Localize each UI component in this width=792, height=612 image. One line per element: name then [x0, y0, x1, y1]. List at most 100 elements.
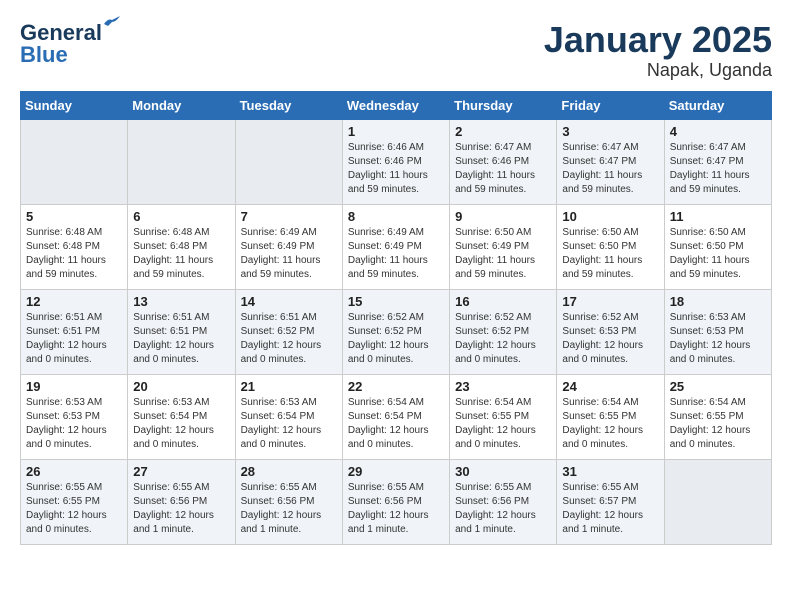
day-number: 30	[455, 464, 551, 479]
day-info: Sunrise: 6:49 AM Sunset: 6:49 PM Dayligh…	[348, 226, 444, 282]
day-info: Sunrise: 6:50 AM Sunset: 6:50 PM Dayligh…	[670, 226, 766, 282]
day-number: 20	[133, 379, 229, 394]
calendar-cell: 26Sunrise: 6:55 AM Sunset: 6:55 PM Dayli…	[21, 459, 128, 544]
day-info: Sunrise: 6:47 AM Sunset: 6:46 PM Dayligh…	[455, 141, 551, 197]
day-number: 31	[562, 464, 658, 479]
day-info: Sunrise: 6:54 AM Sunset: 6:55 PM Dayligh…	[455, 396, 551, 452]
calendar-cell: 30 Sunrise: 6:55 AM Sunset: 6:56 PM Dayli…	[450, 459, 557, 544]
weekday-header-thursday: Thursday	[450, 91, 557, 119]
calendar-cell: 8 Sunrise: 6:49 AM Sunset: 6:49 PM Daylig…	[342, 204, 449, 289]
calendar-cell: 22Sunrise: 6:54 AM Sunset: 6:54 PM Dayli…	[342, 374, 449, 459]
calendar-cell: 2 Sunrise: 6:47 AM Sunset: 6:46 PM Daylig…	[450, 119, 557, 204]
day-number: 5	[26, 209, 122, 224]
weekday-header-monday: Monday	[128, 91, 235, 119]
day-info: Sunrise: 6:52 AM Sunset: 6:52 PM Dayligh…	[348, 311, 444, 367]
day-info: Sunrise: 6:46 AM Sunset: 6:46 PM Dayligh…	[348, 141, 444, 197]
day-number: 12	[26, 294, 122, 309]
day-number: 13	[133, 294, 229, 309]
week-row-3: 12 Sunrise: 6:51 AM Sunset: 6:51 PM Dayli…	[21, 289, 772, 374]
day-number: 10	[562, 209, 658, 224]
calendar-cell: 14 Sunrise: 6:51 AM Sunset: 6:52 PM Dayli…	[235, 289, 342, 374]
calendar-cell: 18 Sunrise: 6:53 AM Sunset: 6:53 PM Dayli…	[664, 289, 771, 374]
day-info: Sunrise: 6:48 AM Sunset: 6:48 PM Dayligh…	[26, 226, 122, 282]
day-number: 24	[562, 379, 658, 394]
day-info: Sunrise: 6:54 AM Sunset: 6:55 PM Dayligh…	[670, 396, 766, 452]
day-info: Sunrise: 6:53 AM Sunset: 6:53 PM Dayligh…	[670, 311, 766, 367]
calendar-cell	[235, 119, 342, 204]
day-number: 1	[348, 124, 444, 139]
day-number: 6	[133, 209, 229, 224]
calendar-table: SundayMondayTuesdayWednesdayThursdayFrid…	[20, 91, 772, 545]
calendar-cell: 24 Sunrise: 6:54 AM Sunset: 6:55 PM Dayli…	[557, 374, 664, 459]
day-number: 28	[241, 464, 337, 479]
calendar-cell: 15 Sunrise: 6:52 AM Sunset: 6:52 PM Dayli…	[342, 289, 449, 374]
day-number: 17	[562, 294, 658, 309]
day-number: 22	[348, 379, 444, 394]
calendar-cell: 17 Sunrise: 6:52 AM Sunset: 6:53 PM Dayli…	[557, 289, 664, 374]
calendar-cell: 9 Sunrise: 6:50 AM Sunset: 6:49 PM Daylig…	[450, 204, 557, 289]
day-info: Sunrise: 6:51 AM Sunset: 6:51 PM Dayligh…	[133, 311, 229, 367]
day-info: Sunrise: 6:48 AM Sunset: 6:48 PM Dayligh…	[133, 226, 229, 282]
day-info: Sunrise: 6:49 AM Sunset: 6:49 PM Dayligh…	[241, 226, 337, 282]
calendar-title-block: January 2025 Napak, Uganda	[544, 20, 772, 81]
day-number: 27	[133, 464, 229, 479]
calendar-cell: 28Sunrise: 6:55 AM Sunset: 6:56 PM Dayli…	[235, 459, 342, 544]
week-row-2: 5 Sunrise: 6:48 AM Sunset: 6:48 PM Daylig…	[21, 204, 772, 289]
calendar-cell: 3Sunrise: 6:47 AM Sunset: 6:47 PM Daylig…	[557, 119, 664, 204]
day-number: 3	[562, 124, 658, 139]
weekday-header-tuesday: Tuesday	[235, 91, 342, 119]
logo-general: General	[20, 20, 102, 45]
day-info: Sunrise: 6:51 AM Sunset: 6:51 PM Dayligh…	[26, 311, 122, 367]
day-info: Sunrise: 6:55 AM Sunset: 6:55 PM Dayligh…	[26, 481, 122, 537]
calendar-cell: 1 Sunrise: 6:46 AM Sunset: 6:46 PM Daylig…	[342, 119, 449, 204]
weekday-header-row: SundayMondayTuesdayWednesdayThursdayFrid…	[21, 91, 772, 119]
day-info: Sunrise: 6:52 AM Sunset: 6:52 PM Dayligh…	[455, 311, 551, 367]
calendar-header: SundayMondayTuesdayWednesdayThursdayFrid…	[21, 91, 772, 119]
day-number: 21	[241, 379, 337, 394]
calendar-cell: 27 Sunrise: 6:55 AM Sunset: 6:56 PM Dayli…	[128, 459, 235, 544]
calendar-subtitle: Napak, Uganda	[544, 60, 772, 81]
day-number: 2	[455, 124, 551, 139]
day-info: Sunrise: 6:55 AM Sunset: 6:56 PM Dayligh…	[455, 481, 551, 537]
calendar-cell: 20 Sunrise: 6:53 AM Sunset: 6:54 PM Dayli…	[128, 374, 235, 459]
day-number: 11	[670, 209, 766, 224]
calendar-cell: 21 Sunrise: 6:53 AM Sunset: 6:54 PM Dayli…	[235, 374, 342, 459]
logo: General Blue	[20, 20, 102, 68]
calendar-cell: 6 Sunrise: 6:48 AM Sunset: 6:48 PM Daylig…	[128, 204, 235, 289]
calendar-cell: 11 Sunrise: 6:50 AM Sunset: 6:50 PM Dayli…	[664, 204, 771, 289]
day-info: Sunrise: 6:51 AM Sunset: 6:52 PM Dayligh…	[241, 311, 337, 367]
calendar-cell: 29Sunrise: 6:55 AM Sunset: 6:56 PM Dayli…	[342, 459, 449, 544]
day-info: Sunrise: 6:53 AM Sunset: 6:54 PM Dayligh…	[241, 396, 337, 452]
day-number: 9	[455, 209, 551, 224]
calendar-cell: 4Sunrise: 6:47 AM Sunset: 6:47 PM Daylig…	[664, 119, 771, 204]
day-number: 18	[670, 294, 766, 309]
calendar-cell: 12 Sunrise: 6:51 AM Sunset: 6:51 PM Dayli…	[21, 289, 128, 374]
calendar-title: January 2025	[544, 20, 772, 60]
calendar-cell: 13 Sunrise: 6:51 AM Sunset: 6:51 PM Dayli…	[128, 289, 235, 374]
day-info: Sunrise: 6:55 AM Sunset: 6:56 PM Dayligh…	[133, 481, 229, 537]
weekday-header-sunday: Sunday	[21, 91, 128, 119]
calendar-cell: 10Sunrise: 6:50 AM Sunset: 6:50 PM Dayli…	[557, 204, 664, 289]
page-header: General Blue January 2025 Napak, Uganda	[20, 20, 772, 81]
calendar-cell: 31 Sunrise: 6:55 AM Sunset: 6:57 PM Dayli…	[557, 459, 664, 544]
day-info: Sunrise: 6:55 AM Sunset: 6:57 PM Dayligh…	[562, 481, 658, 537]
weekday-header-friday: Friday	[557, 91, 664, 119]
calendar-cell	[664, 459, 771, 544]
day-number: 25	[670, 379, 766, 394]
day-info: Sunrise: 6:50 AM Sunset: 6:49 PM Dayligh…	[455, 226, 551, 282]
week-row-1: 1 Sunrise: 6:46 AM Sunset: 6:46 PM Daylig…	[21, 119, 772, 204]
day-info: Sunrise: 6:54 AM Sunset: 6:55 PM Dayligh…	[562, 396, 658, 452]
day-number: 8	[348, 209, 444, 224]
week-row-4: 19Sunrise: 6:53 AM Sunset: 6:53 PM Dayli…	[21, 374, 772, 459]
day-number: 16	[455, 294, 551, 309]
day-info: Sunrise: 6:52 AM Sunset: 6:53 PM Dayligh…	[562, 311, 658, 367]
day-number: 14	[241, 294, 337, 309]
day-info: Sunrise: 6:47 AM Sunset: 6:47 PM Dayligh…	[670, 141, 766, 197]
day-number: 19	[26, 379, 122, 394]
week-row-5: 26Sunrise: 6:55 AM Sunset: 6:55 PM Dayli…	[21, 459, 772, 544]
day-number: 29	[348, 464, 444, 479]
day-number: 7	[241, 209, 337, 224]
calendar-cell	[21, 119, 128, 204]
day-number: 15	[348, 294, 444, 309]
day-info: Sunrise: 6:53 AM Sunset: 6:54 PM Dayligh…	[133, 396, 229, 452]
